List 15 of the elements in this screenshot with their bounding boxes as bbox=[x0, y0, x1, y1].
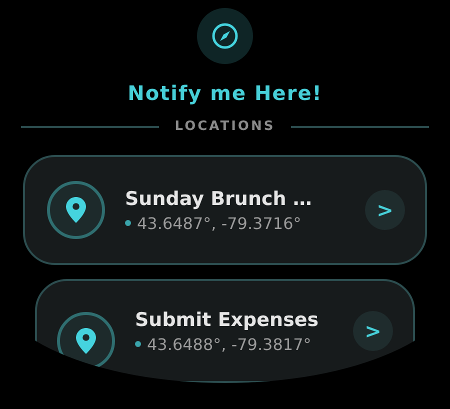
location-name: Sunday Brunch … bbox=[125, 188, 313, 210]
location-pin-icon bbox=[76, 328, 96, 354]
open-button[interactable]: > bbox=[353, 311, 393, 351]
coordinates: 43.6487°, -79.3716° bbox=[137, 214, 302, 232]
compass-icon bbox=[211, 22, 239, 50]
location-card[interactable]: Sunday Brunch … 43.6487°, -79.3716° > bbox=[23, 155, 427, 265]
section-label: LOCATIONS bbox=[174, 119, 276, 134]
open-button[interactable]: > bbox=[365, 190, 405, 230]
coordinates: 43.6488°, -79.3817° bbox=[147, 334, 312, 354]
dot-icon bbox=[135, 341, 141, 347]
location-name: Submit Expenses bbox=[135, 308, 320, 330]
location-card[interactable]: Submit Expenses 43.6488°, -79.3817° > bbox=[35, 279, 415, 383]
screen-title: Notify me Here! bbox=[128, 81, 322, 105]
dot-icon bbox=[125, 220, 131, 226]
location-pin-icon bbox=[66, 197, 86, 223]
